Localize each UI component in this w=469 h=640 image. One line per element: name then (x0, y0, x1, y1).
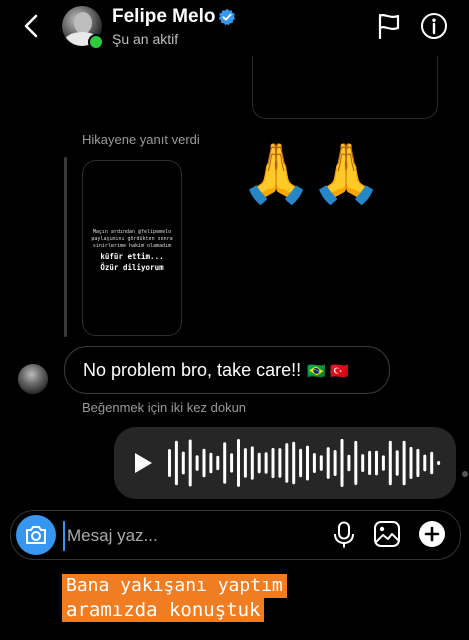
waveform-bar (223, 442, 227, 484)
waveform-bar (264, 452, 268, 474)
overlay-caption-line-1: Bana yakışanı yaptım (62, 574, 287, 598)
story-preview-card[interactable]: Maçın ardından @felipemelo paylaşımını g… (82, 160, 182, 336)
waveform-bar (333, 450, 337, 476)
microphone-icon[interactable] (333, 521, 355, 549)
message-input[interactable] (63, 521, 269, 551)
add-icon[interactable] (418, 520, 446, 548)
contact-name[interactable]: Felipe Melo (112, 6, 215, 28)
waveform-bar (271, 447, 275, 479)
message-text: No problem bro, take care!! 🇧🇷 🇹🇷 (83, 360, 349, 381)
message-bubble[interactable]: No problem bro, take care!! 🇧🇷 🇹🇷 (64, 346, 390, 394)
story-big-line-2: Özür diliyorum (100, 263, 164, 272)
voice-message-bubble[interactable] (114, 427, 456, 499)
previous-story-card[interactable] (252, 56, 438, 119)
message-body: No problem bro, take care!! (83, 360, 302, 380)
waveform-bar (340, 438, 344, 487)
overlay-caption-line-2: aramızda konuştuk (62, 598, 265, 622)
waveform-bar (381, 455, 385, 471)
waveform-bar (409, 446, 413, 479)
message-composer (10, 510, 461, 560)
chevron-left-icon[interactable] (18, 12, 46, 40)
online-status-dot (88, 34, 104, 50)
waveform-bar (368, 450, 372, 475)
waveform-bar (437, 461, 441, 465)
waveform-bar (416, 448, 420, 478)
info-icon[interactable] (420, 12, 448, 40)
waveform-bar (375, 450, 378, 476)
waveform-bar (361, 454, 365, 472)
waveform-bar (257, 452, 261, 474)
waveform-bar (250, 446, 254, 480)
waveform-bar (354, 440, 358, 485)
waveform-bar (237, 439, 240, 487)
waveform-bar (388, 440, 392, 486)
reaction-emoji: 🙏🙏 (240, 141, 382, 206)
sender-avatar[interactable] (18, 364, 48, 394)
waveform-bar (292, 441, 296, 485)
story-small-text: Maçın ardından @felipemelo paylaşımını g… (91, 229, 173, 249)
waveform-bar (395, 450, 399, 476)
waveform-bar (209, 452, 213, 474)
verified-badge-icon (218, 8, 236, 26)
gallery-icon[interactable] (373, 520, 401, 548)
camera-icon (26, 526, 46, 544)
reply-indicator-bar (64, 157, 67, 337)
waveform-bar (181, 451, 185, 475)
edge-indicator-dot (462, 471, 468, 477)
play-icon[interactable] (132, 451, 154, 475)
chat-header: Felipe Melo Şu an aktif (0, 0, 469, 56)
story-big-line-1: küfür ettim... (100, 252, 164, 261)
waveform-bar (285, 443, 289, 483)
waveform-bar (430, 451, 434, 475)
waveform-bar (230, 453, 234, 473)
waveform-bar (188, 439, 192, 487)
avatar-face (74, 12, 92, 34)
waveform-bar (326, 447, 330, 479)
waveform-bar (174, 440, 178, 486)
contact-status: Şu an aktif (112, 31, 179, 47)
waveform-bar (195, 455, 199, 471)
waveform-bar (312, 453, 316, 473)
waveform-bar (216, 455, 220, 471)
waveform-bar (299, 448, 303, 478)
message-flags: 🇧🇷 🇹🇷 (307, 363, 349, 380)
waveform-bar (278, 448, 282, 478)
camera-button[interactable] (16, 515, 56, 555)
waveform-bar (347, 454, 351, 472)
waveform-bar (402, 440, 406, 486)
waveform-bar (243, 448, 247, 478)
story-reply-label: Hikayene yanıt verdi (82, 132, 200, 147)
waveform-bar (168, 449, 171, 477)
waveform-bar (202, 448, 206, 478)
like-hint: Beğenmek için iki kez dokun (82, 400, 247, 415)
story-big-text: küfür ettim... Özür diliyorum (83, 251, 181, 273)
waveform-bar (306, 445, 309, 481)
flag-icon[interactable] (376, 12, 402, 40)
waveform-bar (423, 454, 427, 472)
waveform-bar (319, 455, 323, 471)
audio-waveform[interactable] (166, 435, 442, 491)
